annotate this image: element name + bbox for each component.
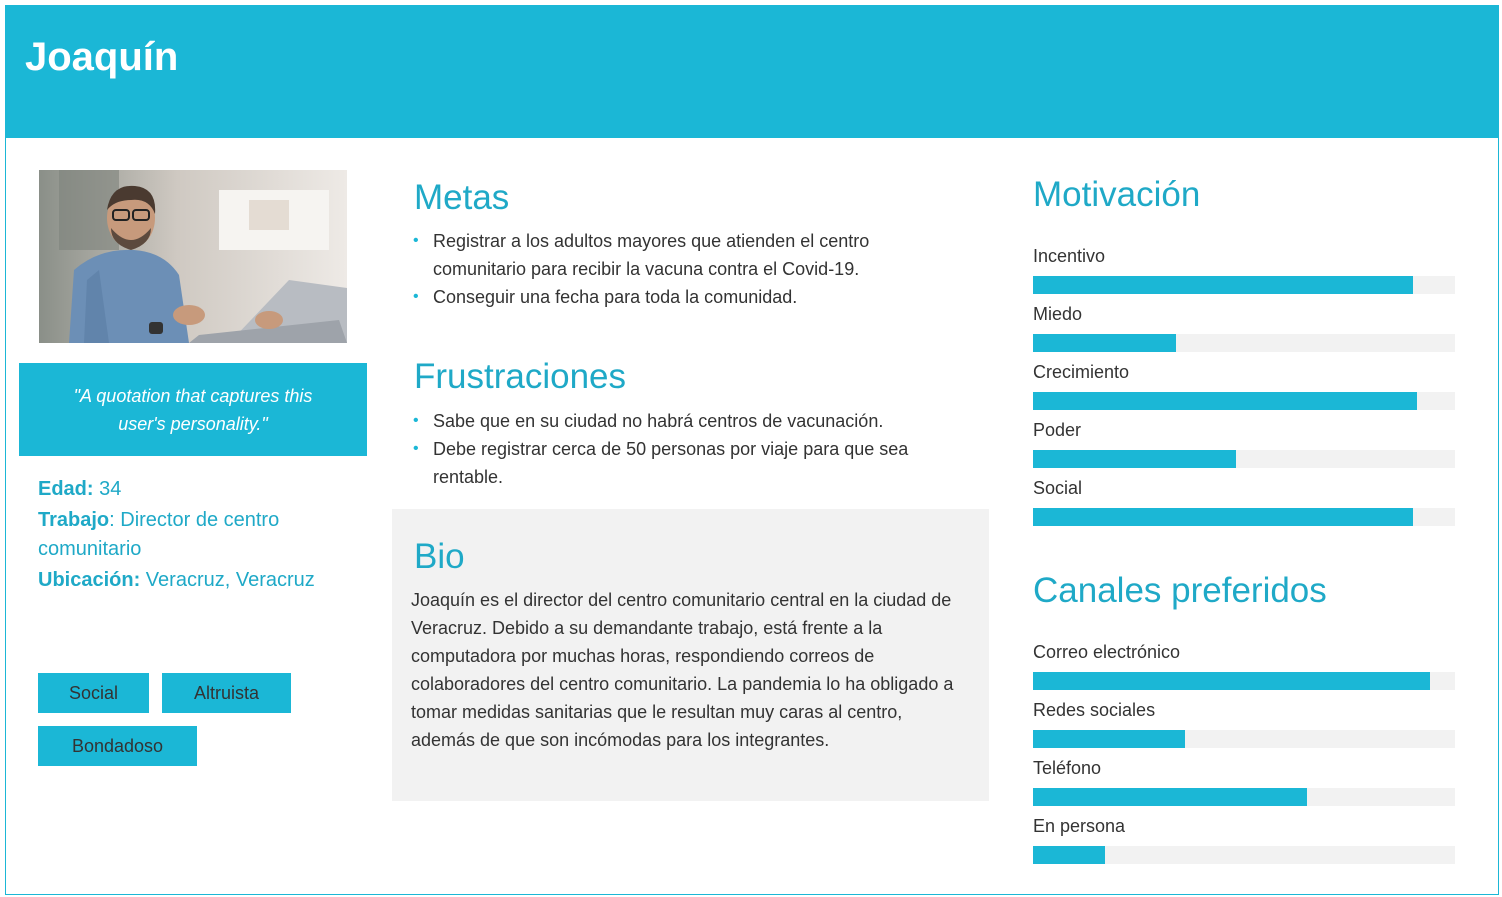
motivation-fill-incentivo [1033,276,1413,294]
frustrations-list: Sabe que en su ciudad no habrá centros d… [413,407,973,491]
persona-facts: Edad: 34 Trabajo: Director de centro com… [38,475,348,597]
motivation-bar-social [1033,508,1455,526]
fact-location-value: Veracruz, Veracruz [140,569,315,591]
fact-job: Trabajo: Director de centro comunitario [38,506,348,564]
tag-social: Social [38,673,149,713]
channel-bar-email [1033,672,1455,690]
channel-bar-in-person [1033,846,1455,864]
quote-text: "A quotation that captures this user's p… [73,385,313,434]
motivation-bar-poder [1033,450,1455,468]
persona-quote: "A quotation that captures this user's p… [19,363,367,456]
goal-item: Registrar a los adultos mayores que atie… [413,227,943,283]
goals-title: Metas [414,178,510,217]
fact-age-value: 34 [93,478,122,500]
fact-job-label: Trabajo [38,509,110,531]
motivation-label-miedo: Miedo [1033,304,1083,324]
frustration-item: Debe registrar cerca de 50 personas por … [413,435,973,491]
tag-altruista: Altruista [162,673,291,713]
channels-title: Canales preferidos [1033,571,1327,610]
motivation-fill-crecimiento [1033,392,1418,410]
bio-title: Bio [414,537,465,576]
goal-item: Conseguir una fecha para toda la comunid… [413,283,943,311]
channel-label-email: Correo electrónico [1033,642,1181,662]
channel-label-in-person: En persona [1033,816,1126,836]
motivation-fill-social [1033,508,1413,526]
channel-label-phone: Teléfono [1033,758,1102,778]
motivation-bar-crecimiento [1033,392,1455,410]
fact-age: Edad: 34 [38,475,348,504]
persona-photo [39,170,347,343]
channel-bar-social-networks [1033,730,1455,748]
channel-bar-phone [1033,788,1455,806]
goals-list: Registrar a los adultos mayores que atie… [413,227,943,311]
channel-fill-phone [1033,788,1308,806]
frustrations-title: Frustraciones [414,357,627,396]
motivation-bar-incentivo [1033,276,1455,294]
channel-fill-email [1033,672,1430,690]
motivation-fill-poder [1033,450,1236,468]
persona-name: Joaquín [25,35,179,79]
persona-header: Joaquín [5,5,1499,138]
motivation-label-crecimiento: Crecimiento [1033,362,1130,382]
motivation-bar-miedo [1033,334,1455,352]
bio-text: Joaquín es el director del centro comuni… [411,590,954,750]
motivation-label-poder: Poder [1033,420,1082,440]
channel-fill-social-networks [1033,730,1185,748]
motivation-label-incentivo: Incentivo [1033,246,1106,266]
fact-age-label: Edad: [38,478,94,500]
channel-label-social-networks: Redes sociales [1033,700,1156,720]
fact-location: Ubicación: Veracruz, Veracruz [38,566,348,595]
motivation-label-social: Social [1033,478,1083,498]
motivation-fill-miedo [1033,334,1177,352]
fact-location-label: Ubicación: [38,569,141,591]
tag-bondadoso: Bondadoso [38,726,197,766]
frustration-item: Sabe que en su ciudad no habrá centros d… [413,407,973,435]
channel-fill-in-person [1033,846,1105,864]
motivation-title: Motivación [1033,175,1201,214]
